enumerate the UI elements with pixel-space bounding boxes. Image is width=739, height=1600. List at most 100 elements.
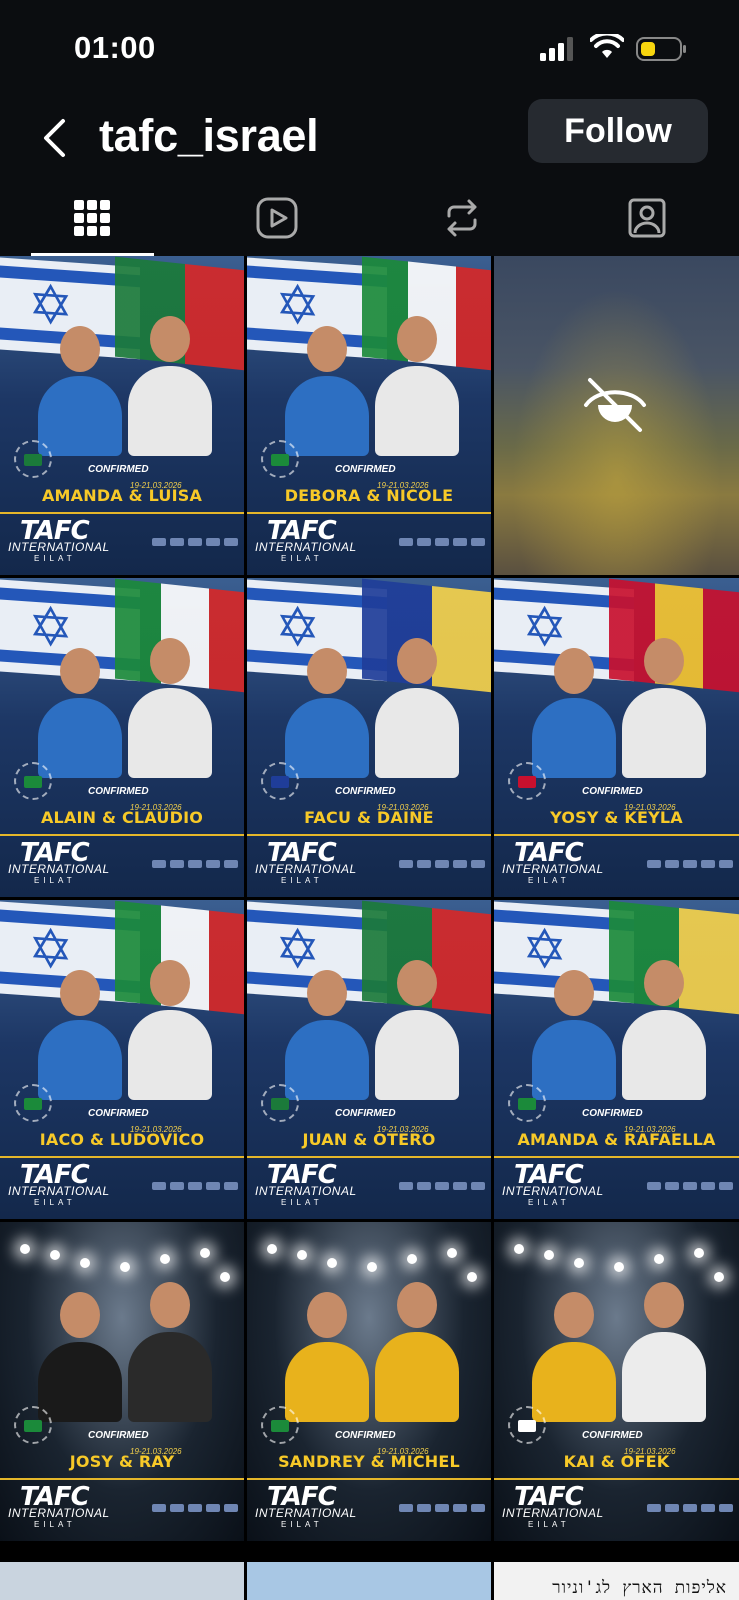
sponsor-logo	[701, 1182, 715, 1190]
logo-city: EILAT	[281, 1520, 323, 1529]
sponsor-logo	[435, 538, 449, 546]
post-tile-partial[interactable]	[247, 1562, 491, 1600]
divider	[494, 1478, 739, 1480]
logo-city: EILAT	[34, 876, 76, 885]
tab-reels[interactable]	[185, 180, 370, 256]
stadium-light	[574, 1258, 584, 1268]
post-caption-text: אליפות הארץ לג'וניור	[552, 1578, 727, 1598]
follow-button[interactable]: Follow	[528, 99, 708, 163]
confirmed-label: CONFIRMED	[582, 1430, 643, 1441]
player-body	[285, 1342, 369, 1422]
sponsor-logo	[683, 1182, 697, 1190]
grid-icon	[74, 200, 111, 236]
sponsor-logo	[647, 1504, 661, 1512]
sponsor-logo	[399, 860, 413, 868]
player-head	[150, 1282, 190, 1328]
stadium-light	[614, 1262, 624, 1272]
player-names: YOSY & KEYLA	[550, 808, 683, 827]
badge-flag	[271, 1098, 289, 1110]
sponsor-logo	[453, 1182, 467, 1190]
player-body	[128, 1332, 212, 1422]
sponsor-logo	[224, 860, 238, 868]
player-head	[397, 960, 437, 1006]
logo-city: EILAT	[34, 1198, 76, 1207]
post-tile[interactable]: ✡ CONFIRMED 19-21.03.2026 IACO & LUDOVICO TA…	[0, 900, 244, 1219]
logo-subtitle: INTERNATIONAL	[8, 1184, 110, 1198]
post-tile[interactable]: ✡ CONFIRMED 19-21.03.2026 AMANDA & RAFAELLA…	[494, 900, 739, 1219]
tab-posts-grid[interactable]	[0, 180, 185, 256]
confirmed-label: CONFIRMED	[88, 1108, 149, 1119]
confirmed-label: CONFIRMED	[582, 1108, 643, 1119]
country-badge	[14, 1084, 52, 1122]
divider	[247, 1156, 491, 1158]
stadium-light	[467, 1272, 477, 1282]
post-tile-partial[interactable]	[0, 1562, 244, 1600]
stadium-light	[160, 1254, 170, 1264]
player-head	[307, 1292, 347, 1338]
sponsor-logo	[417, 538, 431, 546]
back-button[interactable]	[34, 110, 74, 166]
cellular-signal-icon	[540, 37, 573, 61]
player-head	[554, 648, 594, 694]
sponsor-logo	[170, 1182, 184, 1190]
post-tile[interactable]: CONFIRMED 19-21.03.2026 KAI & OFEK TAFC INTE…	[494, 1222, 739, 1541]
country-badge	[14, 1406, 52, 1444]
sponsor-logo	[152, 1182, 166, 1190]
post-tile[interactable]: ✡ CONFIRMED 19-21.03.2026 ALAIN & CLAUDIO TA…	[0, 578, 244, 897]
player-names: SANDREY & MICHEL	[278, 1452, 460, 1471]
player-names: KAI & OFEK	[563, 1452, 670, 1471]
post-tile-partial[interactable]: אליפות הארץ לג'וניור	[494, 1562, 739, 1600]
player-names: ALAIN & CLAUDIO	[40, 808, 204, 827]
sponsor-logos	[623, 1175, 733, 1197]
badge-flag	[271, 776, 289, 788]
divider	[0, 1156, 244, 1158]
sponsor-logo	[206, 1182, 220, 1190]
badge-flag	[518, 1098, 536, 1110]
post-tile[interactable]: ✡ CONFIRMED 19-21.03.2026 YOSY & KEYLA TAFC I…	[494, 578, 739, 897]
badge-flag	[271, 1420, 289, 1432]
logo-city: EILAT	[34, 1520, 76, 1529]
divider	[247, 834, 491, 836]
sponsor-logo	[683, 860, 697, 868]
player-body	[375, 366, 459, 456]
confirmed-label: CONFIRMED	[335, 464, 396, 475]
confirmed-label: CONFIRMED	[335, 1108, 396, 1119]
post-tile[interactable]: ✡ CONFIRMED 19-21.03.2026 DEBORA & NICOLE TA…	[247, 256, 491, 575]
stadium-light	[120, 1262, 130, 1272]
country-badge	[261, 1406, 299, 1444]
sponsor-logos	[623, 853, 733, 875]
divider	[247, 1478, 491, 1480]
battery-icon	[636, 37, 686, 61]
tab-reposts[interactable]	[370, 180, 555, 256]
logo-city: EILAT	[281, 1198, 323, 1207]
logo-city: EILAT	[34, 554, 76, 563]
post-tile[interactable]: CONFIRMED 19-21.03.2026 SANDREY & MICHEL TA…	[247, 1222, 491, 1541]
confirmed-label: CONFIRMED	[582, 786, 643, 797]
player-head	[150, 638, 190, 684]
player-body	[375, 1332, 459, 1422]
country-badge	[14, 762, 52, 800]
status-bar: 01:00	[0, 0, 739, 96]
player-head	[397, 638, 437, 684]
sponsor-logo	[683, 1504, 697, 1512]
player-head	[150, 960, 190, 1006]
post-tile[interactable]: CONFIRMED 19-21.03.2026 JOSY & RAY TAFC INTE…	[0, 1222, 244, 1541]
sponsor-logo	[399, 1182, 413, 1190]
post-tile[interactable]: ✡ CONFIRMED 19-21.03.2026 JUAN & OTERO TAFC I…	[247, 900, 491, 1219]
player-body	[532, 698, 616, 778]
sponsor-logos	[128, 853, 238, 875]
post-tile[interactable]: ✡ CONFIRMED 19-21.03.2026 FACU & DAINE TAFC I…	[247, 578, 491, 897]
player-head	[644, 1282, 684, 1328]
status-time: 01:00	[74, 30, 156, 65]
sponsor-logos	[375, 531, 485, 553]
sponsor-logo	[719, 1504, 733, 1512]
player-body	[532, 1020, 616, 1100]
sponsor-logo	[224, 1504, 238, 1512]
player-body	[128, 1010, 212, 1100]
post-tile[interactable]	[494, 256, 739, 575]
player-head	[60, 1292, 100, 1338]
sponsor-logo	[453, 860, 467, 868]
post-tile[interactable]: ✡ CONFIRMED 19-21.03.2026 AMANDA & LUISA TAF…	[0, 256, 244, 575]
divider	[494, 834, 739, 836]
tab-tagged[interactable]	[554, 180, 739, 256]
